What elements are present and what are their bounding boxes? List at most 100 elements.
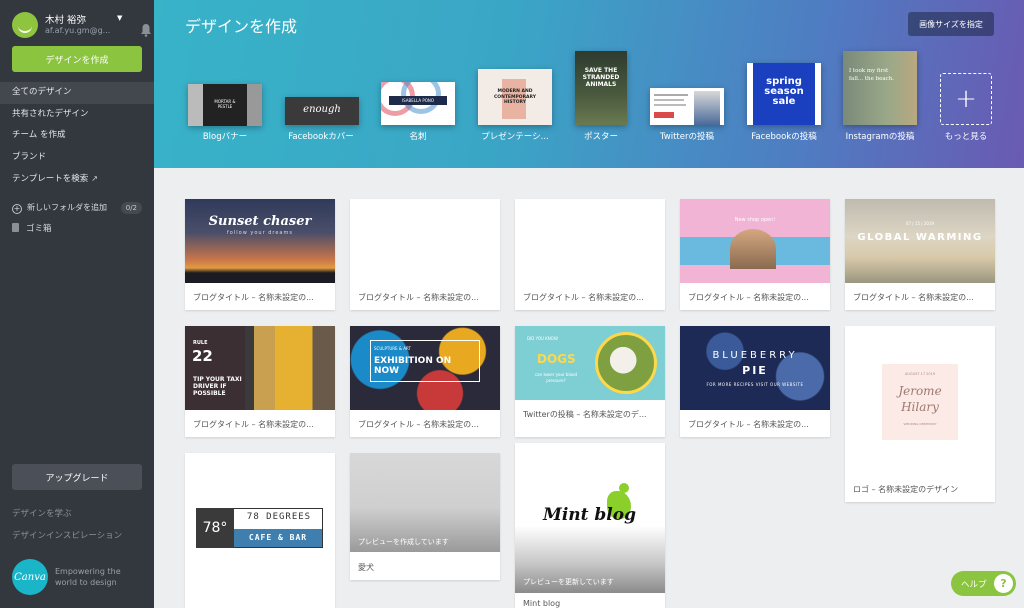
design-card[interactable]: 78° 78 DEGREES CAFE & BAR (185, 453, 335, 608)
design-card[interactable]: Mint blog プレビューを更新しています Mint blog (515, 443, 665, 608)
template-label: 名刺 (409, 132, 427, 142)
template-thumbnail: SAVE THE STRANDED ANIMALS (575, 51, 627, 125)
thumb-title: Sunset chaser (208, 214, 312, 229)
thumb-text: spring season sale (764, 76, 804, 107)
sidebar-item-label: 共有されたデザイン (12, 108, 89, 119)
thumb-text: MODERN AND CONTEMPORARY HISTORY (493, 89, 537, 105)
design-thumbnail (515, 199, 665, 283)
sidebar-item-shared[interactable]: 共有されたデザイン (0, 104, 154, 126)
folder-count-badge: 0/2 (120, 202, 142, 214)
upgrade-button[interactable]: アップグレード (12, 464, 142, 490)
thumb-title: DOGS (537, 352, 576, 366)
tagline: Empowering the world to design (55, 567, 121, 587)
sidebar-nav: 全てのデザイン 共有されたデザイン チーム を作成 ブランド テンプレートを検索… (0, 82, 162, 190)
design-card[interactable]: New shop open! ブログタイトル – 名称未設定の... (680, 199, 830, 310)
question-icon: ? (994, 574, 1013, 593)
create-design-button[interactable]: デザインを作成 (12, 46, 142, 72)
design-title: ブログタイトル – 名称未設定の... (853, 293, 974, 302)
thumb-degree: 78° (196, 508, 234, 548)
design-inspiration-link[interactable]: デザインインスピレーション (12, 529, 122, 541)
custom-dimensions-button[interactable]: 画像サイズを指定 (908, 12, 994, 36)
template-label: Facebookカバー (288, 132, 354, 142)
preview-status: プレビューを更新しています (523, 578, 614, 586)
design-card[interactable]: BLUEBERRY PIE FOR MORE RECIPES VISIT OUR… (680, 326, 830, 437)
design-thumbnail: 07 | 15 | 2019 GLOBAL WARMING (845, 199, 995, 283)
add-folder-button[interactable]: + 新しいフォルダを追加 0/2 (12, 202, 142, 216)
design-title: ブログタイトル – 名称未設定の... (688, 420, 809, 429)
design-thumbnail (350, 199, 500, 283)
help-label: ヘルプ (961, 579, 987, 590)
template-label: プレゼンテーシ... (481, 132, 549, 142)
design-thumbnail: Sunset chaser follow your dreams (185, 199, 335, 283)
preview-status: プレビューを作成しています (358, 538, 449, 546)
sidebar-item-label: 全てのデザイン (12, 87, 72, 97)
sidebar-item-brand[interactable]: ブランド (0, 147, 154, 169)
thumb-title: Mint blog (543, 505, 636, 525)
design-card[interactable]: SCULPTURE & ART EXHIBITION ON NOW ブログタイト… (350, 326, 500, 437)
user-account[interactable]: 木村 裕弥 af.af.yu.gm@g... ▼ (12, 10, 152, 40)
design-card[interactable]: ブログタイトル – 名称未設定の... (515, 199, 665, 310)
thumb-small: DID YOU KNOW (527, 336, 558, 341)
plus-icon: + (940, 73, 992, 125)
avatar[interactable] (12, 12, 38, 38)
help-button[interactable]: ヘルプ ? (951, 571, 1016, 596)
design-title: 愛犬 (358, 563, 374, 572)
design-thumbnail: 78° 78 DEGREES CAFE & BAR (185, 453, 335, 603)
chevron-down-icon[interactable]: ▼ (117, 14, 122, 22)
bell-icon[interactable] (140, 23, 152, 37)
thumb-title: EXHIBITION ON NOW (374, 356, 452, 376)
thumb-subtitle: FOR MORE RECIPES VISIT OUR WEBSITE (706, 382, 804, 387)
template-thumbnail (650, 88, 724, 125)
canva-logo[interactable]: Canva (12, 559, 48, 595)
user-name: 木村 裕弥 (45, 15, 87, 26)
design-title: ロゴ – 名称未設定のデザイン (853, 485, 959, 494)
design-card[interactable]: Sunset chaser follow your dreams ブログタイトル… (185, 199, 335, 310)
add-folder-label: 新しいフォルダを追加 (27, 203, 107, 212)
sidebar-item-label: ブランド (12, 151, 47, 162)
template-label: Blogバナー (202, 132, 248, 142)
sidebar-item-find-templates[interactable]: テンプレートを検索 ↗ (0, 168, 154, 190)
thumb-text: MORTAR & PESTLE (214, 99, 236, 109)
design-title: ブログタイトル – 名称未設定の... (523, 293, 644, 302)
thumb-text: TIP YOUR TAXI DRIVER IF POSSIBLE (193, 376, 242, 397)
design-card[interactable]: ブログタイトル – 名称未設定の... (350, 199, 500, 310)
sidebar-item-label: テンプレートを検索 (12, 174, 89, 184)
design-card[interactable]: プレビューを作成しています 愛犬 (350, 453, 500, 580)
design-card[interactable]: AUGUST 17 2019 Jerome Hilary WEDDING CER… (845, 326, 995, 502)
sidebar-item-all-designs[interactable]: 全てのデザイン (0, 82, 162, 104)
template-thumbnail: MORTAR & PESTLE (188, 84, 262, 126)
page-title: デザインを作成 (185, 17, 298, 36)
design-thumbnail: RULE 22 TIP YOUR TAXI DRIVER IF POSSIBLE (185, 326, 335, 410)
thumb-text: ISABELLA PONO (389, 96, 447, 105)
design-card[interactable]: 07 | 15 | 2019 GLOBAL WARMING ブログタイトル – … (845, 199, 995, 310)
thumb-subtitle: can lower your blood pressure? (534, 372, 577, 383)
design-title: Twitterの投稿 – 名称未設定のデ... (523, 410, 647, 419)
learn-design-link[interactable]: デザインを学ぶ (12, 507, 72, 519)
design-title: ブログタイトル – 名称未設定の... (358, 293, 479, 302)
sidebar-item-trash[interactable]: ゴミ箱 (12, 222, 52, 234)
design-thumbnail: SCULPTURE & ART EXHIBITION ON NOW (350, 326, 500, 410)
thumb-title: 78 DEGREES (246, 512, 312, 522)
thumb-number: 22 (192, 347, 213, 365)
thumb-text: SAVE THE STRANDED ANIMALS (582, 67, 620, 88)
design-title: ブログタイトル – 名称未設定の... (688, 293, 809, 302)
thumb-date: 07 | 15 | 2019 (905, 221, 935, 226)
design-title: ブログタイトル – 名称未設定の... (358, 420, 479, 429)
plus-circle-icon: + (12, 204, 22, 214)
thumb-text: enough (303, 104, 341, 115)
thumb-text: I took my first fall... the beach. (849, 68, 895, 82)
sidebar-item-create-team[interactable]: チーム を作成 (0, 125, 154, 147)
template-thumbnail: spring season sale (747, 63, 821, 125)
thumb-rule: RULE (193, 340, 208, 346)
design-title: ブログタイトル – 名称未設定の... (193, 420, 314, 429)
thumb-title-2: Hilary (901, 400, 939, 414)
template-label: Facebookの投稿 (751, 132, 817, 142)
design-card[interactable]: RULE 22 TIP YOUR TAXI DRIVER IF POSSIBLE… (185, 326, 335, 437)
thumb-subtitle: follow your dreams (227, 230, 293, 236)
template-label: Twitterの投稿 (660, 132, 714, 142)
design-card[interactable]: DID YOU KNOW DOGS can lower your blood p… (515, 326, 665, 437)
design-thumbnail: BLUEBERRY PIE FOR MORE RECIPES VISIT OUR… (680, 326, 830, 410)
sidebar-item-label: チーム を作成 (12, 130, 66, 140)
thumb-title-2: PIE (742, 364, 768, 377)
thumb-title: GLOBAL WARMING (857, 232, 983, 243)
